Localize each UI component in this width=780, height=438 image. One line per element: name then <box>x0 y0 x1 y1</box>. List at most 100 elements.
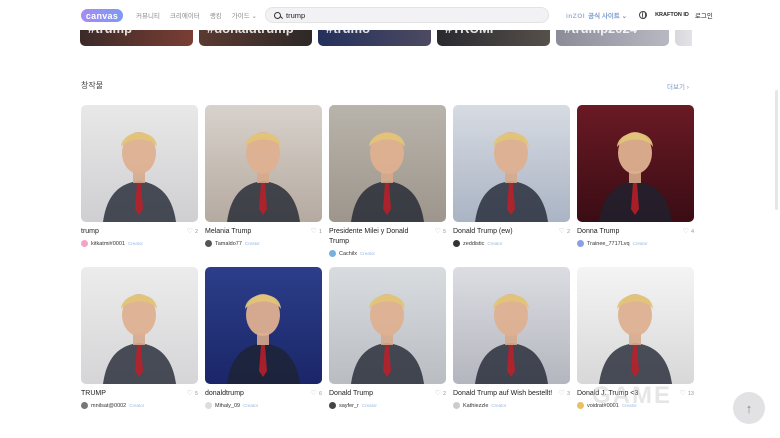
nav-creators[interactable]: 크리에이터 <box>170 10 200 20</box>
page-scrollbar[interactable] <box>775 90 778 210</box>
scroll-to-top-button[interactable]: ↑ <box>733 392 765 424</box>
avatar[interactable] <box>329 402 336 409</box>
character-thumbnail[interactable] <box>453 267 570 384</box>
card-author[interactable]: kitkatmi#0001 Creator <box>81 240 198 247</box>
character-thumbnail[interactable] <box>577 267 694 384</box>
like-counter[interactable]: ♡ 1 <box>311 228 322 235</box>
character-thumbnail[interactable] <box>329 267 446 384</box>
canvas-logo[interactable]: canvas <box>81 9 123 22</box>
like-counter[interactable]: ♡ 5 <box>435 228 446 235</box>
heart-icon[interactable]: ♡ <box>435 228 441 235</box>
like-count: 13 <box>687 390 694 397</box>
heart-icon[interactable]: ♡ <box>559 390 565 397</box>
section-title: 창작물 <box>81 81 104 90</box>
creation-card[interactable]: Melania Trump ♡ 1 Tamaldo77 Creator <box>205 105 322 257</box>
author-name[interactable]: mnilsat@0002 <box>91 403 126 409</box>
character-thumbnail[interactable] <box>577 105 694 222</box>
character-thumbnail[interactable] <box>81 105 198 222</box>
card-title[interactable]: donaldtrump <box>205 389 305 399</box>
nav-community[interactable]: 커뮤니티 <box>136 10 160 20</box>
creation-card[interactable]: Presidente Milei y Donald Trump ♡ 5 Cachilx… <box>329 105 446 257</box>
avatar[interactable] <box>577 402 584 409</box>
like-counter[interactable]: ♡ 5 <box>187 390 198 397</box>
search-input[interactable]: trump <box>286 11 305 20</box>
creation-card[interactable]: TRUMP ♡ 5 mnilsat@0002 Creator <box>81 267 198 409</box>
avatar[interactable] <box>577 240 584 247</box>
like-count: 1 <box>318 228 322 235</box>
heart-icon[interactable]: ♡ <box>187 228 193 235</box>
author-name[interactable]: Cachilx <box>339 251 357 257</box>
avatar[interactable] <box>81 402 88 409</box>
author-name[interactable]: Mihaly_09 <box>215 403 240 409</box>
creator-badge: Creator <box>243 403 259 408</box>
character-thumbnail[interactable] <box>81 267 198 384</box>
card-author[interactable]: Cachilx Creator <box>329 250 446 257</box>
card-author[interactable]: sayfer_r Creator <box>329 402 446 409</box>
like-counter[interactable]: ♡ 3 <box>559 390 570 397</box>
creations-grid: trump ♡ 2 kitkatmi#0001 Creator Melania Trum… <box>81 105 695 409</box>
nav-guide[interactable]: 가이드 ⌄ <box>232 10 257 20</box>
character-figure <box>475 294 548 384</box>
author-name[interactable]: Kathiezzle <box>463 403 488 409</box>
creation-card[interactable]: Donna Trump ♡ 4 Trainee_7717Lvq Creator <box>577 105 694 257</box>
card-author[interactable]: mnilsat@0002 Creator <box>81 402 198 409</box>
avatar[interactable] <box>329 250 336 257</box>
globe-icon[interactable] <box>639 11 648 19</box>
character-thumbnail[interactable] <box>205 267 322 384</box>
avatar[interactable] <box>81 240 88 247</box>
character-figure <box>103 294 176 384</box>
heart-icon[interactable]: ♡ <box>311 390 317 397</box>
heart-icon[interactable]: ♡ <box>559 228 565 235</box>
heart-icon[interactable]: ♡ <box>435 390 441 397</box>
like-counter[interactable]: ♡ 4 <box>683 228 694 235</box>
card-author[interactable]: Tamaldo77 Creator <box>205 240 322 247</box>
nav-ranking[interactable]: 랭킹 <box>210 10 222 20</box>
author-name[interactable]: zeddistic <box>463 241 484 247</box>
creation-card[interactable]: Donald Trump ♡ 2 sayfer_r Creator <box>329 267 446 409</box>
avatar[interactable] <box>205 240 212 247</box>
like-counter[interactable]: ♡ 2 <box>187 228 198 235</box>
avatar[interactable] <box>205 402 212 409</box>
more-link[interactable]: 더보기 › <box>667 81 689 91</box>
author-name[interactable]: kitkatmi#0001 <box>91 241 125 247</box>
character-thumbnail[interactable] <box>205 105 322 222</box>
card-author[interactable]: Mihaly_09 Creator <box>205 402 322 409</box>
card-author[interactable]: zeddistic Creator <box>453 240 570 247</box>
avatar[interactable] <box>453 240 460 247</box>
card-title[interactable]: Donald Trump (ew) <box>453 227 553 237</box>
card-author[interactable]: Trainee_7717Lvq Creator <box>577 240 694 247</box>
card-title[interactable]: Presidente Milei y Donald Trump <box>329 227 429 247</box>
creation-card[interactable]: Donald Trump auf Wish bestellt! ♡ 3 Kathiez… <box>453 267 570 409</box>
like-counter[interactable]: ♡ 2 <box>559 228 570 235</box>
heart-icon[interactable]: ♡ <box>683 228 689 235</box>
like-counter[interactable]: ♡ 6 <box>311 390 322 397</box>
creation-card[interactable]: donaldtrump ♡ 6 Mihaly_09 Creator <box>205 267 322 409</box>
creation-card[interactable]: trump ♡ 2 kitkatmi#0001 Creator <box>81 105 198 257</box>
header-right: inZOI 공식 사이트 ⌄ KRAFTON ID 로그인 <box>566 10 713 20</box>
official-site-link[interactable]: inZOI 공식 사이트 ⌄ <box>566 10 627 20</box>
login-button[interactable]: 로그인 <box>695 10 713 20</box>
character-thumbnail[interactable] <box>453 105 570 222</box>
card-title[interactable]: Donald Trump auf Wish bestellt! <box>453 389 553 399</box>
heart-icon[interactable]: ♡ <box>311 228 317 235</box>
creator-badge: Creator <box>127 241 143 246</box>
author-name[interactable]: Tamaldo77 <box>215 241 242 247</box>
card-author[interactable]: Kathiezzle Creator <box>453 402 570 409</box>
card-title[interactable]: trump <box>81 227 181 237</box>
author-name[interactable]: Trainee_7717Lvq <box>587 241 630 247</box>
like-counter[interactable]: ♡ 2 <box>435 390 446 397</box>
heart-icon[interactable]: ♡ <box>680 390 686 397</box>
search-bar[interactable]: trump <box>265 7 549 23</box>
card-title[interactable]: TRUMP <box>81 389 181 399</box>
author-name[interactable]: sayfer_r <box>339 403 359 409</box>
card-title[interactable]: Donald Trump <box>329 389 429 399</box>
avatar[interactable] <box>453 402 460 409</box>
card-title[interactable]: Melania Trump <box>205 227 305 237</box>
character-thumbnail[interactable] <box>329 105 446 222</box>
card-title-row: Donna Trump ♡ 4 <box>577 227 694 237</box>
card-title[interactable]: Donna Trump <box>577 227 677 237</box>
creation-card[interactable]: Donald Trump (ew) ♡ 2 zeddistic Creator <box>453 105 570 257</box>
like-count: 2 <box>442 390 446 397</box>
heart-icon[interactable]: ♡ <box>187 390 193 397</box>
like-counter[interactable]: ♡ 13 <box>680 390 694 397</box>
